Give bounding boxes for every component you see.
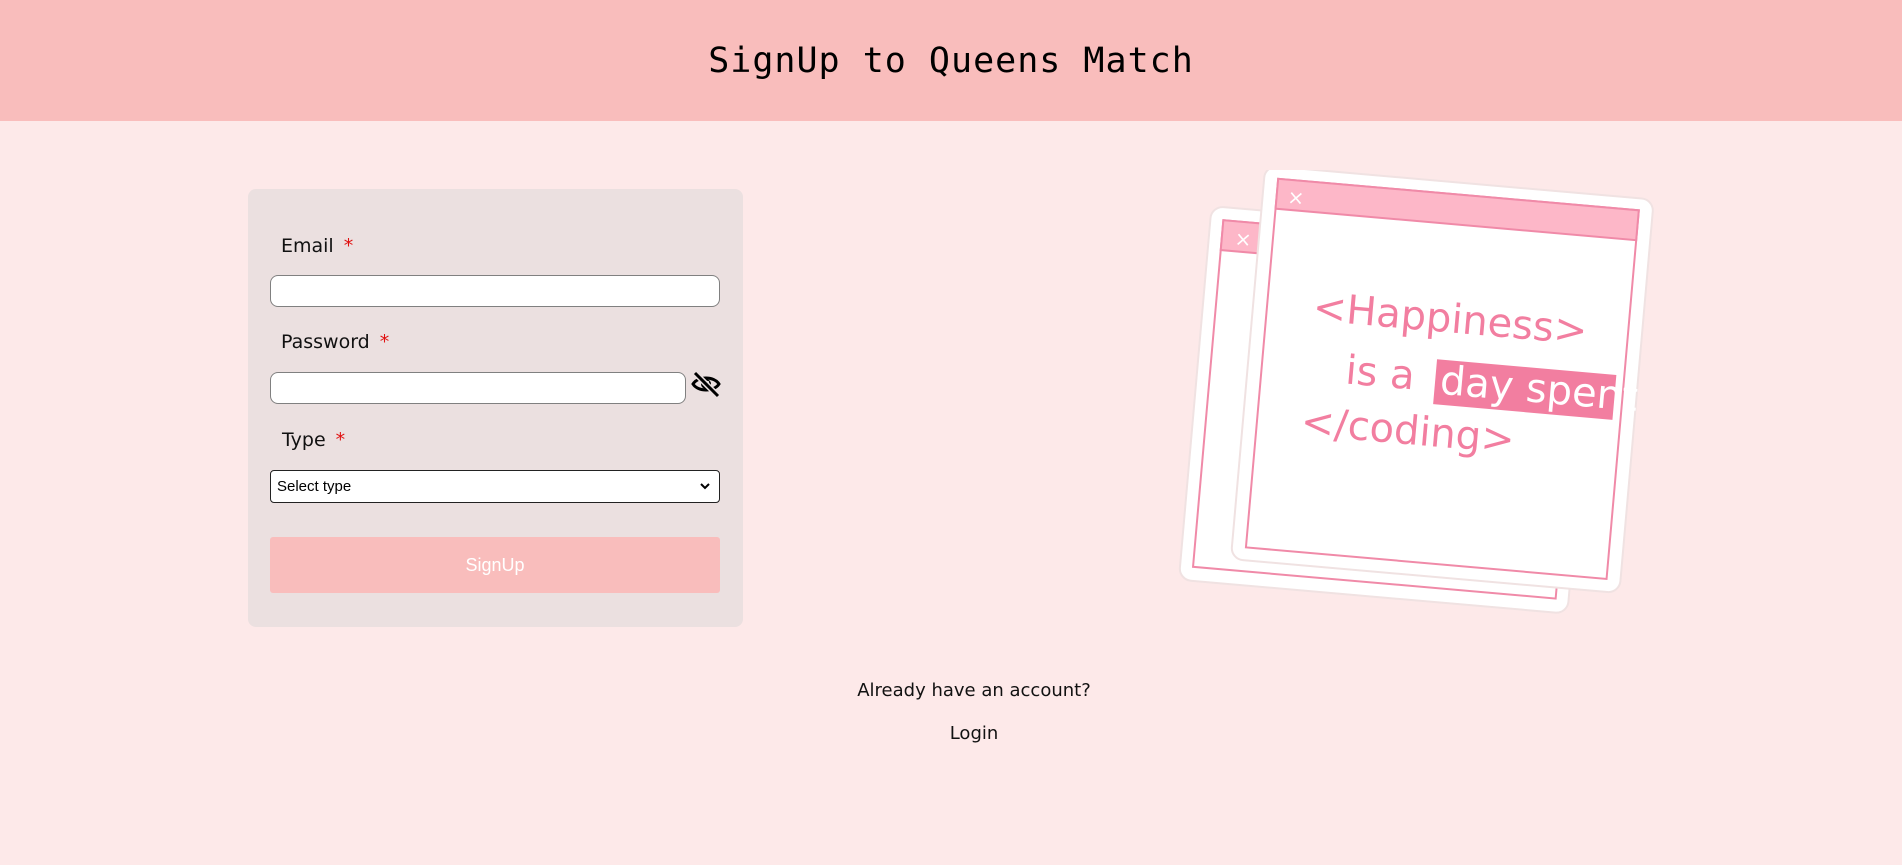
signup-button[interactable]: SignUp [270,537,720,593]
signup-form: Email * Password * Type * Select type SignU… [248,189,743,627]
email-label-text: Email [281,235,334,257]
type-label: Type * [282,429,345,451]
chevron-down-icon [700,483,710,490]
coding-illustration: × × <Happiness> is a day spent </coding> [1175,165,1665,640]
required-asterisk: * [335,429,346,451]
type-select-value: Select type [277,478,352,495]
email-input[interactable] [270,275,720,307]
close-icon: × [1234,226,1253,251]
password-input[interactable] [270,372,686,404]
login-prompt: Already have an account? [857,680,1091,701]
eye-slash-icon[interactable] [690,370,722,399]
page-title: SignUp to Queens Match [708,40,1194,81]
type-label-text: Type [282,429,326,451]
type-select[interactable]: Select type [270,470,720,503]
password-label-text: Password [281,331,370,353]
code-line-2: is a [1344,347,1417,399]
close-icon: × [1287,185,1306,210]
login-link[interactable]: Login [0,723,1902,744]
email-label: Email * [281,235,353,257]
required-asterisk: * [343,235,354,257]
page-header: SignUp to Queens Match [0,0,1902,121]
password-label: Password * [281,331,389,353]
required-asterisk: * [379,331,390,353]
